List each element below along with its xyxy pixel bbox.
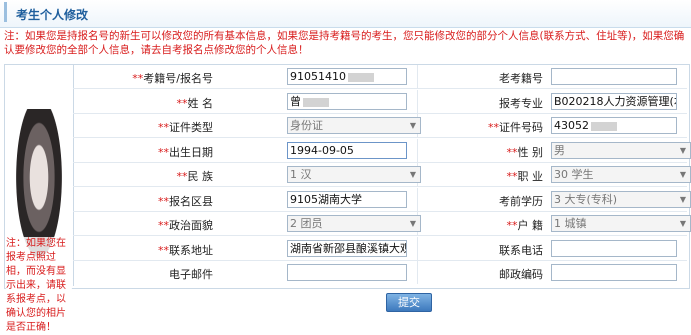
field-value: 1 城镇 [554,217,587,230]
label-text: 老考籍号 [499,72,543,85]
personal-info-form: 注：如果您在报考点照过相，而没有显示出来，请联系报考点，以确认您的相片是否正确！… [4,64,691,335]
required-mark: ** [506,146,518,159]
education-label: 考前学历 [379,193,543,209]
notice-text: 注：如果您是持报名号的新生可以修改您的所有基本信息，如果您是持考籍号的考生，您只… [4,30,685,56]
label-text: 报名区县 [169,195,213,208]
required-mark: ** [158,244,169,257]
required-mark: ** [158,146,169,159]
field-value: 男 [554,144,565,157]
required-mark: ** [488,121,499,134]
form-row: **姓 名 曾 报考专业 B020218人力资源管理(本 [73,90,687,114]
required-mark: ** [176,170,188,183]
dropdown-arrow-icon[interactable]: ▼ [677,168,689,181]
label-text: 邮政编码 [499,268,543,281]
name-label: **姓 名 [73,95,214,111]
household-select[interactable]: 1 城镇 ▼ [551,215,691,232]
dropdown-arrow-icon[interactable]: ▼ [677,193,689,206]
label-text: 民 族 [187,170,214,183]
gender-select[interactable]: 男 ▼ [551,142,691,159]
photo-cell: 注：如果您在报考点照过相，而没有显示出来，请联系报考点，以确认您的相片是否正确！ [5,65,74,335]
postcode-field[interactable] [551,264,677,281]
redaction-blur [591,121,617,131]
submit-button[interactable]: 提交 [386,293,432,312]
label-text: 性 别 [517,146,544,159]
required-mark: ** [132,72,144,85]
required-mark: ** [158,121,169,134]
field-value: 91051410 [290,70,346,83]
label-text: 联系地址 [169,244,213,257]
label-text: 考前学历 [499,195,543,208]
field-value: 2 团员 [290,217,323,230]
form-row: **报名区县 9105湖南大学 考前学历 3 大专(专科) ▼ [73,188,691,212]
exam-id-label: **考籍号/报名号 [73,70,213,86]
header-accent-bar [4,2,7,22]
household-label: **户 籍 [379,217,544,233]
label-text: 报考专业 [499,97,543,110]
dropdown-arrow-icon[interactable]: ▼ [677,217,689,230]
address-label: **联系地址 [73,242,213,258]
label-text: 职 业 [517,170,544,183]
id-number-field[interactable]: 43052 [551,117,677,134]
form-row: **证件类型 身份证 ▼ **证件号码 43052 [73,114,687,138]
required-mark: ** [158,219,169,232]
photo-note: 注：如果您在报考点照过相，而没有显示出来，请联系报考点，以确认您的相片是否正确！ [6,237,72,335]
occupation-label: **职 业 [379,168,544,184]
education-select[interactable]: 3 大专(专科) ▼ [551,191,691,208]
label-text: 姓 名 [187,97,214,110]
field-value: 9105湖南大学 [290,193,362,206]
form-row: **联系地址 湖南省新邵县酿溪镇大观 联系电话 [73,237,687,261]
label-text: 出生日期 [169,146,213,159]
required-mark: ** [506,219,518,232]
form-row: 电子邮件 邮政编码 [73,261,687,284]
field-value: 曾 [290,95,301,108]
old-exam-id-label: 老考籍号 [379,70,543,86]
label-text: 户 籍 [517,219,544,232]
redaction-blur [303,97,329,107]
major-label: 报考专业 [379,95,543,111]
field-value: 1994-09-05 [290,144,354,157]
field-value: 30 学生 [554,168,594,181]
label-text: 证件类型 [169,121,213,134]
required-mark: ** [158,195,169,208]
field-value: 43052 [554,119,589,132]
field-value: B020218人力资源管理(本 [554,95,677,108]
label-text: 证件号码 [499,121,543,134]
field-value: 身份证 [290,119,323,132]
label-text: 政治面貌 [169,219,213,232]
page-header: 考生个人修改 [0,0,691,28]
form-row: **民 族1 汉 ▼ **职 业 30 学生 ▼ [73,163,691,187]
form-row: **政治面貌 2 团员 ▼ **户 籍1 城镇 ▼ [73,212,691,236]
major-field[interactable]: B020218人力资源管理(本 [551,93,677,110]
phone-field[interactable] [551,240,677,257]
postcode-label: 邮政编码 [379,266,543,282]
label-text: 联系电话 [499,244,543,257]
page-title: 考生个人修改 [16,8,89,22]
dropdown-arrow-icon[interactable]: ▼ [677,144,689,157]
ethnicity-label: **民 族 [73,168,214,184]
required-mark: ** [176,97,188,110]
form-row: **出生日期 1994-09-05 **性 别男 ▼ [73,139,691,163]
field-value: 3 大专(专科) [554,193,618,206]
phone-label: 联系电话 [379,242,543,258]
field-value: 1 汉 [290,168,312,181]
label-text: 考籍号/报名号 [143,72,213,85]
district-label: **报名区县 [73,193,213,209]
label-text: 电子邮件 [169,268,213,281]
political-status-label: **政治面貌 [73,217,213,233]
email-label: 电子邮件 [73,266,213,282]
id-number-label: **证件号码 [379,119,543,135]
gender-label: **性 别 [379,144,544,160]
old-exam-id-field[interactable] [551,68,677,85]
birth-date-label: **出生日期 [73,144,213,160]
id-type-label: **证件类型 [73,119,213,135]
required-mark: ** [506,170,518,183]
form-row: **考籍号/报名号 91051410 老考籍号 [73,65,687,89]
redaction-blur [348,72,374,82]
occupation-select[interactable]: 30 学生 ▼ [551,166,691,183]
